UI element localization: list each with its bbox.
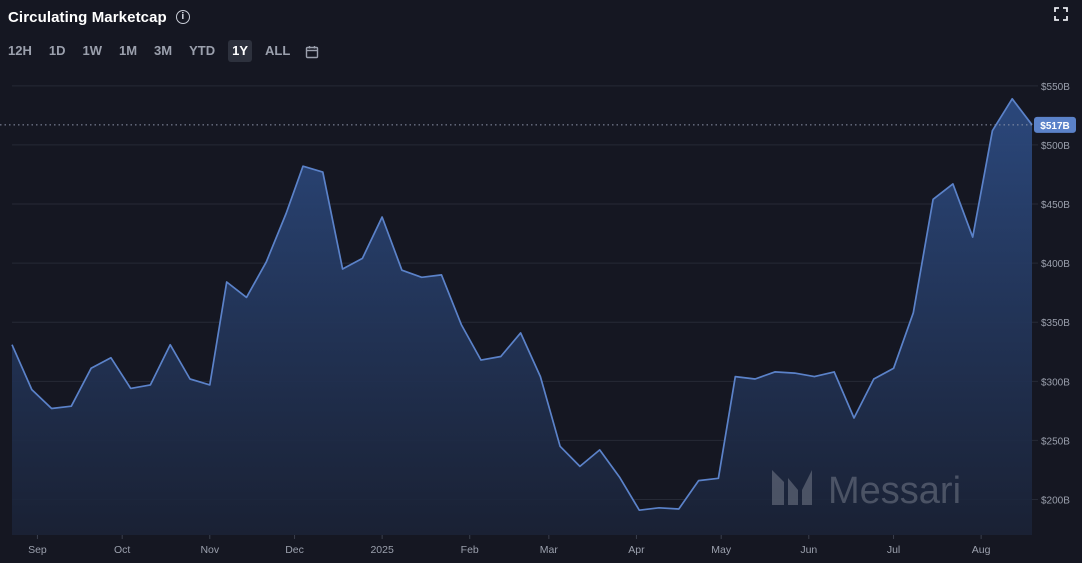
y-tick-label: $550B: [1041, 82, 1070, 93]
x-tick-label: Jun: [800, 544, 817, 556]
x-tick-label: Feb: [461, 544, 479, 556]
y-tick-label: $450B: [1041, 200, 1070, 211]
x-axis: Sep Oct Nov Dec 2025 Feb Mar Apr May Jun Jul Aug: [28, 535, 991, 556]
current-value-label: $517B: [1040, 121, 1069, 132]
x-tick-label: Oct: [114, 544, 130, 556]
x-tick-label: Mar: [540, 544, 559, 556]
x-tick-label: 2025: [370, 544, 394, 556]
current-value-marker: $517B: [0, 116, 1076, 133]
y-tick-label: $200B: [1041, 496, 1070, 507]
y-tick-label: $400B: [1041, 259, 1070, 270]
y-tick-label: $500B: [1041, 141, 1070, 152]
y-tick-label: $350B: [1041, 318, 1070, 329]
watermark-text: Messari: [828, 470, 961, 512]
y-tick-label: $250B: [1041, 436, 1070, 447]
y-tick-label: $300B: [1041, 377, 1070, 388]
y-axis: $200B $250B $300B $350B $400B $450B $500B $550B: [1041, 82, 1070, 507]
marketcap-chart: Messari $517B $200B$250B$300B$350B$400B$…: [0, 82, 1076, 556]
x-tick-label: Jul: [887, 544, 900, 556]
x-tick-label: May: [711, 544, 732, 556]
x-tick-label: Aug: [972, 544, 991, 556]
x-tick-label: Nov: [200, 544, 219, 556]
x-tick-label: Apr: [628, 544, 645, 556]
x-tick-label: Sep: [28, 544, 47, 556]
x-tick-label: Dec: [285, 544, 304, 556]
